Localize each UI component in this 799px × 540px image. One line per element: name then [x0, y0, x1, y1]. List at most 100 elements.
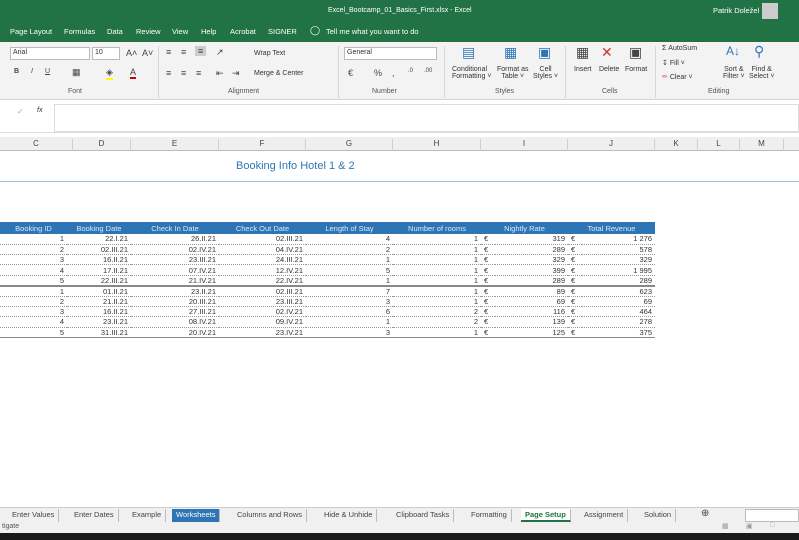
decrease-decimal-icon[interactable]: .00 [424, 68, 432, 74]
table-cell[interactable]: 02.III.21 [67, 244, 131, 256]
conditional-formatting-button[interactable]: Conditional Formatting ˅ [452, 66, 492, 80]
table-cell[interactable]: 16.II.21 [67, 306, 131, 318]
format-as-table-button[interactable]: Format as Table ˅ [497, 66, 529, 80]
table-cell[interactable]: 16.II.21 [67, 254, 131, 266]
table-cell[interactable]: 02.III.21 [219, 234, 306, 245]
autosum-button[interactable]: Σ AutoSum [662, 45, 697, 52]
table-cell[interactable]: 7 [306, 285, 393, 297]
table-cell[interactable]: 23.II.21 [67, 316, 131, 328]
table-cell[interactable]: € [481, 316, 495, 328]
table-cell[interactable]: € [568, 306, 582, 318]
table-cell[interactable]: 3 [0, 254, 67, 266]
fill-button[interactable]: ↧ Fill ˅ [662, 59, 685, 67]
align-bottom-icon[interactable]: ≡ [195, 46, 207, 56]
table-cell[interactable]: € [568, 275, 582, 287]
table-cell[interactable]: € [481, 306, 495, 318]
table-cell[interactable]: 375 [582, 327, 655, 338]
table-cell[interactable]: € [481, 254, 495, 266]
tab-view[interactable]: View [172, 27, 188, 36]
cell-styles-icon[interactable]: ▣ [538, 44, 551, 61]
table-cell[interactable]: € [481, 275, 495, 287]
delete-cells-icon[interactable]: ✕ [601, 44, 613, 61]
column-header-e[interactable]: E [131, 139, 219, 151]
table-cell[interactable]: 07.IV.21 [131, 264, 219, 276]
table-cell[interactable]: 4 [0, 264, 67, 276]
fill-color-icon[interactable]: ◈ [106, 67, 113, 80]
table-cell[interactable]: 3 [0, 306, 67, 318]
table-cell[interactable]: 27.III.21 [131, 306, 219, 318]
tab-acrobat[interactable]: Acrobat [230, 27, 256, 36]
sheet-tab[interactable]: Assignment [580, 509, 629, 522]
add-sheet-icon[interactable]: ⊕ [697, 507, 713, 520]
sheet-tab[interactable]: Solution [640, 509, 677, 522]
table-cell[interactable]: € [481, 296, 495, 307]
table-cell[interactable]: 2 [306, 244, 393, 256]
table-cell[interactable]: € [568, 327, 582, 338]
fx-icon[interactable]: fx [37, 107, 42, 114]
page-layout-view-icon[interactable]: ▣ [746, 522, 753, 530]
table-cell[interactable]: 24.III.21 [219, 254, 306, 266]
sheet-tab[interactable]: Worksheets [172, 509, 221, 522]
table-cell[interactable]: 2 [0, 296, 67, 307]
search-icon[interactable]: ⚲ [754, 43, 764, 60]
table-cell[interactable]: 1 995 [582, 264, 655, 276]
table-cell[interactable]: 1 [393, 234, 481, 245]
format-button[interactable]: Format [625, 66, 647, 73]
number-format-select[interactable]: General [344, 47, 437, 60]
wrap-text-button[interactable]: Wrap Text [254, 50, 285, 57]
increase-font-icon[interactable]: A˄ [126, 48, 137, 58]
column-header-f[interactable]: F [219, 139, 306, 151]
align-center-icon[interactable]: ≡ [181, 68, 186, 78]
increase-decimal-icon[interactable]: .0 [408, 68, 413, 74]
table-cell[interactable]: 623 [582, 285, 655, 297]
insert-button[interactable]: Insert [574, 66, 592, 73]
user-name[interactable]: Patrik Doležel [713, 6, 759, 15]
cell-styles-button[interactable]: Cell Styles ˅ [533, 66, 558, 80]
accounting-format-icon[interactable]: € [348, 68, 353, 78]
tab-formulas[interactable]: Formulas [64, 27, 95, 36]
table-cell[interactable]: 578 [582, 244, 655, 256]
orientation-icon[interactable]: ↗ [216, 47, 224, 58]
column-header-m[interactable]: M [740, 139, 784, 151]
column-header-l[interactable]: L [698, 139, 740, 151]
bold-icon[interactable]: B [14, 68, 19, 75]
find-select-button[interactable]: Find & Select ˅ [749, 66, 775, 80]
table-cell[interactable]: 278 [582, 316, 655, 328]
table-cell[interactable]: 22.IV.21 [219, 275, 306, 287]
tell-me-search[interactable]: Tell me what you want to do [326, 27, 419, 36]
font-size-select[interactable]: 10 [92, 47, 120, 60]
table-cell[interactable]: € [481, 285, 495, 297]
formula-input[interactable] [54, 104, 799, 132]
table-cell[interactable]: € [481, 264, 495, 276]
table-cell[interactable]: 20.IV.21 [131, 327, 219, 338]
table-cell[interactable]: 89 [495, 285, 568, 297]
table-cell[interactable]: € [481, 327, 495, 338]
increase-indent-icon[interactable]: ⇥ [232, 68, 240, 79]
table-cell[interactable]: 329 [495, 254, 568, 266]
table-cell[interactable]: 23.IV.21 [219, 327, 306, 338]
table-cell[interactable]: 1 [393, 244, 481, 256]
table-cell[interactable]: 69 [582, 296, 655, 307]
table-cell[interactable]: 23.III.21 [219, 296, 306, 307]
column-header-d[interactable]: D [73, 139, 131, 151]
conditional-formatting-icon[interactable]: ▤ [462, 44, 475, 61]
table-cell[interactable]: 3 [306, 296, 393, 307]
sheet-tab[interactable]: Example [128, 509, 167, 522]
column-header-c[interactable]: C [0, 139, 73, 151]
tab-signer[interactable]: SIGNER [268, 27, 297, 36]
align-right-icon[interactable]: ≡ [196, 68, 201, 78]
avatar[interactable] [762, 3, 778, 19]
table-cell[interactable]: 1 [393, 327, 481, 338]
merge-center-button[interactable]: Merge & Center [254, 70, 303, 77]
table-cell[interactable]: 399 [495, 264, 568, 276]
table-cell[interactable]: 289 [582, 275, 655, 287]
comma-style-icon[interactable]: , [392, 68, 395, 78]
tab-review[interactable]: Review [136, 27, 161, 36]
table-cell[interactable]: 5 [0, 275, 67, 287]
table-cell[interactable]: 01.II.21 [67, 285, 131, 297]
decrease-font-icon[interactable]: A˅ [142, 48, 153, 58]
tab-help[interactable]: Help [201, 27, 216, 36]
table-cell[interactable]: 464 [582, 306, 655, 318]
horizontal-scrollbar[interactable] [745, 509, 799, 522]
table-cell[interactable]: 1 [306, 275, 393, 287]
